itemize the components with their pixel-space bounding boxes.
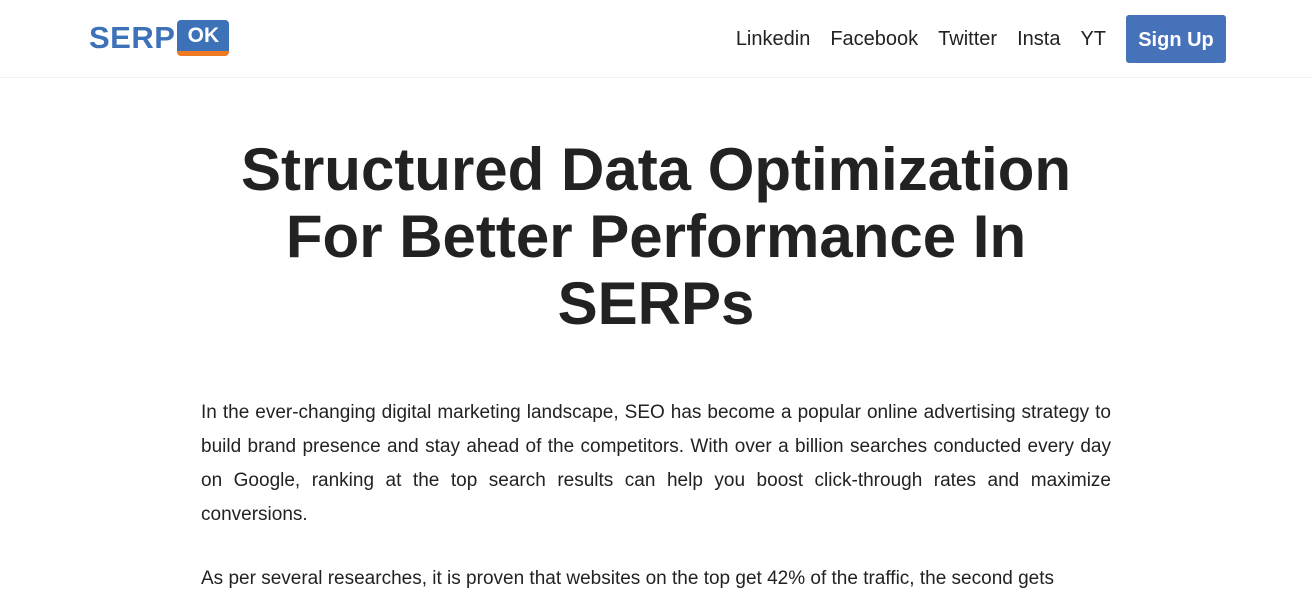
nav-link-twitter[interactable]: Twitter xyxy=(938,15,997,63)
nav-link-linkedin[interactable]: Linkedin xyxy=(736,15,811,63)
serpok-logo[interactable]: SERP OK xyxy=(89,20,230,56)
main-nav: Linkedin Facebook Twitter Insta YT Sign … xyxy=(736,15,1226,63)
article-paragraph-2: As per several researches, it is proven … xyxy=(201,568,1055,589)
nav-link-yt[interactable]: YT xyxy=(1080,15,1106,63)
site-header: SERP OK Linkedin Facebook Twitter Insta … xyxy=(0,0,1312,78)
logo-badge: OK xyxy=(177,20,230,56)
logo-badge-text: OK xyxy=(177,20,230,51)
logo-underline-bar xyxy=(177,51,230,56)
article-title: Structured Data Optimization For Better … xyxy=(240,136,1072,337)
sign-up-button[interactable]: Sign Up xyxy=(1126,15,1226,63)
article-paragraph-1: In the ever-changing digital marketing l… xyxy=(201,402,1111,525)
logo-text: SERP xyxy=(89,20,176,55)
nav-link-facebook[interactable]: Facebook xyxy=(830,15,918,63)
nav-link-insta[interactable]: Insta xyxy=(1017,15,1060,63)
